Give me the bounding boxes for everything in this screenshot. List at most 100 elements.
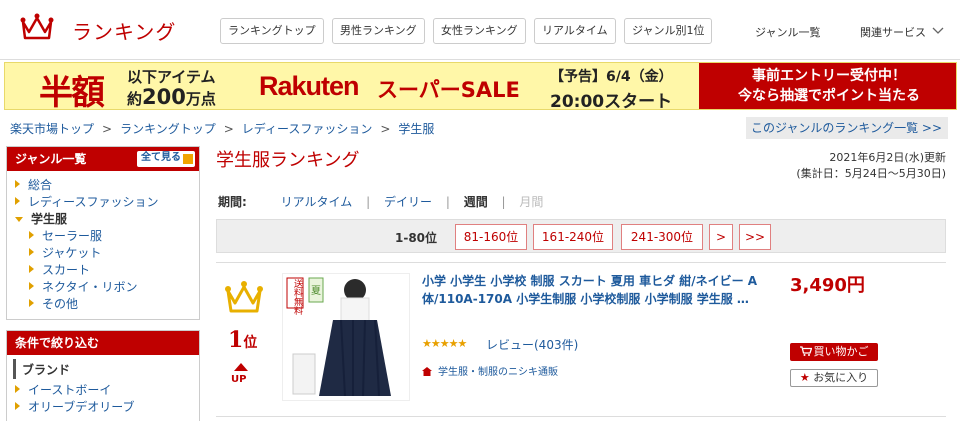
nav-genre-list[interactable]: ジャンル一覧 — [755, 24, 820, 40]
logo-text[interactable]: ランキング — [72, 16, 176, 45]
genre-ranking-list-link[interactable]: このジャンルのランキング一覧 >> — [746, 117, 948, 139]
product-title[interactable]: 小学 小学生 小学校 制服 スカート 夏用 車ヒダ 紺/ネイビー A体/110A… — [422, 272, 762, 308]
sidebar: ジャンル一覧 全て見る 総合 レディースファッション 学生服 セーラー服 ジャケ… — [6, 146, 200, 421]
period-monthly: 月間 — [519, 195, 544, 209]
pager-241-300[interactable]: 241-300位 — [621, 224, 703, 250]
triangle-right-icon — [15, 180, 20, 188]
banner-notice-time: 20:00スタート — [550, 92, 673, 110]
genre-label: 総合 — [28, 178, 53, 192]
pager-81-160[interactable]: 81-160位 — [455, 224, 527, 250]
triangle-right-icon — [29, 265, 34, 273]
chevron-down-icon — [932, 27, 943, 34]
genre-label: スカート — [42, 263, 91, 277]
triangle-right-icon — [15, 197, 20, 205]
breadcrumb: 楽天市場トップ > ランキングトップ > レディースファッション > 学生服 — [10, 120, 434, 137]
rakuten-logo: Rakuten — [259, 71, 360, 101]
shop-name: 学生服・制服のニシキ通販 — [438, 367, 558, 378]
genre-label: その他 — [42, 297, 79, 311]
banner-under-line1: 以下アイテム — [127, 68, 216, 86]
summer-badge: 夏 — [311, 286, 321, 297]
breadcrumb-ladies-fashion[interactable]: レディースファッション — [242, 122, 373, 136]
breadcrumb-school-uniform[interactable]: 学生服 — [398, 122, 434, 136]
free-shipping-badge: 送料無料 — [292, 279, 302, 315]
rank-pager: 1-80位 81-160位 161-240位 241-300位 > >> — [216, 219, 946, 253]
brand-label: イーストボーイ — [28, 383, 112, 397]
cta-line2: 今なら抽選でポイント当たる — [738, 88, 920, 104]
crown-logo-icon[interactable] — [20, 12, 54, 42]
genre-label: 学生服 — [31, 212, 68, 226]
genre-item-overall[interactable]: 総合 — [15, 177, 199, 194]
review-count[interactable]: レビュー(403件) — [486, 336, 578, 353]
nav-female-ranking[interactable]: 女性ランキング — [433, 18, 526, 44]
product-price: 3,490円 — [790, 275, 865, 296]
brand-label: オリーブデオリーブ — [28, 400, 135, 414]
period-realtime[interactable]: リアルタイム — [281, 195, 353, 209]
brand-filter-label: ブランド — [13, 359, 199, 379]
rating-stars: ★★★★★ — [422, 337, 467, 350]
triangle-right-icon — [29, 282, 34, 290]
shop-link[interactable]: 学生服・制服のニシキ通販 — [422, 363, 558, 378]
super-sale-banner[interactable]: 半額 以下アイテム 約200万点 Rakuten スーパーSALE 【予告】6/… — [4, 62, 957, 110]
genre-label: ネクタイ・リボン — [42, 280, 138, 294]
triangle-right-icon — [15, 385, 20, 393]
genre-label: セーラー服 — [42, 229, 103, 243]
genre-item-jacket[interactable]: ジャケット — [15, 245, 199, 262]
cart-icon — [799, 346, 812, 356]
pager-next[interactable]: > — [709, 224, 733, 250]
add-to-favorites-button[interactable]: ★ お気に入り — [790, 369, 878, 387]
triangle-right-icon — [29, 231, 34, 239]
triangle-right-icon — [29, 299, 34, 307]
nav-realtime[interactable]: リアルタイム — [534, 18, 616, 44]
super-sale-text: スーパーSALE — [377, 78, 520, 102]
pager-current: 1-80位 — [395, 231, 438, 245]
favorite-label: お気に入り — [813, 371, 869, 384]
nav-genre-first[interactable]: ジャンル別1位 — [624, 18, 713, 44]
rank-value: 1 — [228, 327, 244, 353]
genre-item-other[interactable]: その他 — [15, 296, 199, 313]
banner-entry-cta[interactable]: 事前エントリー受付中！ 今なら抽選でポイント当たる — [699, 63, 956, 109]
rank-number: 1位 — [228, 327, 257, 353]
add-to-cart-button[interactable]: 買い物かご — [790, 343, 878, 361]
aggregation-period: (集計日：5月24日～5月30日) — [796, 167, 946, 180]
star-icon: ★ — [799, 371, 810, 384]
pager-161-240[interactable]: 161-240位 — [533, 224, 613, 250]
genre-item-ladies-fashion[interactable]: レディースファッション — [15, 194, 199, 211]
genre-item-school-uniform[interactable]: 学生服 — [15, 211, 199, 228]
header: ランキング ランキングトップ 男性ランキング 女性ランキング リアルタイム ジャ… — [0, 0, 960, 60]
genre-list: 総合 レディースファッション 学生服 セーラー服 ジャケット スカート ネクタイ… — [7, 171, 199, 319]
see-all-button[interactable]: 全て見る — [137, 151, 195, 167]
rank-up-label: UP — [231, 374, 247, 385]
brand-item-olive[interactable]: オリーブデオリーブ — [15, 399, 199, 416]
breadcrumb-ranking-top[interactable]: ランキングトップ — [120, 122, 216, 136]
up-arrow-icon — [234, 363, 248, 371]
brand-item-eastboy[interactable]: イーストボーイ — [15, 382, 199, 399]
triangle-right-icon — [29, 248, 34, 256]
period-selector: 期間: リアルタイム | デイリー | 週間 | 月間 — [218, 193, 549, 210]
banner-notice-date: 【予告】6/4（金） — [550, 69, 673, 85]
related-label: 関連サービス — [860, 26, 926, 39]
genre-box-header: ジャンル一覧 全て見る — [7, 147, 199, 171]
nav-ranking-top[interactable]: ランキングトップ — [220, 18, 324, 44]
nav-male-ranking[interactable]: 男性ランキング — [332, 18, 425, 44]
page-title: 学生服ランキング — [216, 150, 360, 171]
genre-box-title: ジャンル一覧 — [15, 152, 87, 166]
rank-suffix: 位 — [243, 335, 258, 351]
banner-unit: 万点 — [185, 90, 216, 108]
shop-home-icon — [422, 367, 432, 376]
filter-box: 条件で絞り込む ブランド イーストボーイ オリーブデオリーブ — [6, 330, 200, 421]
period-daily[interactable]: デイリー — [384, 195, 432, 209]
genre-item-skirt[interactable]: スカート — [15, 262, 199, 279]
arrow-right-icon — [183, 154, 193, 164]
genre-box: ジャンル一覧 全て見る 総合 レディースファッション 学生服 セーラー服 ジャケ… — [6, 146, 200, 320]
product-image — [283, 274, 409, 400]
see-all-label: 全て見る — [141, 152, 181, 163]
period-separator: | — [366, 195, 371, 209]
genre-item-sailor[interactable]: セーラー服 — [15, 228, 199, 245]
genre-item-necktie-ribbon[interactable]: ネクタイ・リボン — [15, 279, 199, 296]
triangle-right-icon — [15, 402, 20, 410]
updated-info: 2021年6月2日(水)更新 (集計日：5月24日～5月30日) — [796, 150, 946, 182]
nav-related-services[interactable]: 関連サービス — [860, 24, 944, 40]
breadcrumb-rakuten-top[interactable]: 楽天市場トップ — [10, 122, 94, 136]
product-thumbnail[interactable]: 送料無料 夏 — [282, 273, 410, 401]
pager-last[interactable]: >> — [739, 224, 771, 250]
